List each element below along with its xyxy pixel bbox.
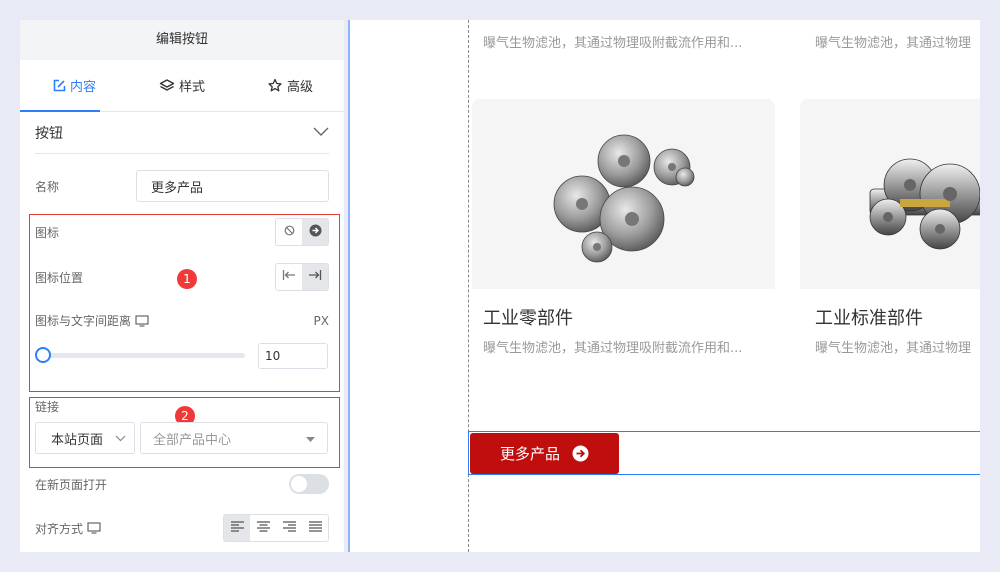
ban-icon [284,225,295,240]
align-selector [223,514,329,542]
align-justify-option[interactable] [302,515,328,541]
tab-style[interactable]: 样式 [128,60,236,111]
edit-icon [52,79,66,93]
link-type-select[interactable]: 本站页面 [35,422,135,454]
slider-knob[interactable] [35,347,51,363]
panel-tabs: 内容 样式 高级 [20,60,344,112]
text-align-left-icon [230,520,244,536]
top-desc-left: 曝气生物滤池，其通过物理吸附截流作用和... [483,36,743,51]
icon-position-label: 图标位置 [35,270,84,285]
monitor-icon [135,314,149,327]
name-input[interactable]: 更多产品 [136,170,329,202]
tab-advanced-label: 高级 [286,80,313,95]
more-products-label: 更多产品 [499,445,560,463]
icon-spacing-label-wrap: 图标与文字间距离 [35,312,149,329]
arrow-circle-icon [309,224,322,241]
align-center-option[interactable] [250,515,276,541]
name-label: 名称 [35,179,60,194]
link-type-value: 本站页面 [51,432,104,448]
new-page-label: 在新页面打开 [35,477,108,492]
icon-arrow-option[interactable] [302,219,328,245]
chevron-down-icon [115,431,126,446]
spacing-slider[interactable] [35,347,265,363]
layers-icon [159,78,175,94]
product-image-gears[interactable] [472,99,775,289]
section-button-header[interactable]: 按钮 [35,112,329,154]
top-desc-right: 曝气生物滤池，其通过物理 [815,36,972,51]
slider-track [43,353,245,358]
new-page-toggle[interactable] [289,474,329,494]
text-align-center-icon [256,520,270,536]
text-align-justify-icon [308,520,322,536]
icon-selector [275,218,329,246]
spacing-input[interactable]: 10 [258,343,328,369]
align-right-arrow-icon [308,269,322,285]
edit-button-panel: 编辑按钮 内容 样式 高级 按钮 名称 更多产品 1 图标 图标位置 图标与文字… [20,20,344,552]
tab-content-label: 内容 [69,80,96,95]
icon-position-right[interactable] [302,264,328,290]
section-title: 按钮 [35,125,63,142]
card-1-desc: 曝气生物滤池，其通过物理吸附截流作用和... [483,341,743,356]
icon-spacing-label: 图标与文字间距离 [35,314,132,328]
align-left-arrow-icon [282,269,296,285]
tab-content[interactable]: 内容 [20,60,128,112]
link-target-select[interactable]: 全部产品中心 [140,422,328,454]
align-label: 对齐方式 [35,521,84,536]
product-image-assembly[interactable] [800,99,980,289]
star-gear-icon [267,78,283,94]
preview-canvas: 曝气生物滤池，其通过物理吸附截流作用和... 曝气生物滤池，其通过物理 工业零部… [350,20,980,552]
link-target-value: 全部产品中心 [153,432,232,448]
align-label-wrap: 对齐方式 [35,520,101,537]
card-2-desc: 曝气生物滤池，其通过物理 [815,341,972,356]
unit-label: PX [313,313,329,328]
tab-style-label: 样式 [178,80,205,95]
icon-position-left[interactable] [276,264,302,290]
icon-label: 图标 [35,225,60,240]
panel-title: 编辑按钮 [20,20,344,60]
icon-none-option[interactable] [276,219,302,245]
monitor-icon [87,522,101,534]
text-align-right-icon [282,520,296,536]
card-2-title[interactable]: 工业标准部件 [815,304,923,330]
arrow-circle-icon [572,445,589,462]
caret-down-icon [306,431,315,446]
link-label: 链接 [35,400,60,414]
tab-advanced[interactable]: 高级 [236,60,344,111]
icon-position-selector [275,263,329,291]
chevron-down-icon [313,125,329,141]
align-left-option[interactable] [224,515,250,541]
card-1-title[interactable]: 工业零部件 [483,304,573,330]
align-right-option[interactable] [276,515,302,541]
more-products-button[interactable]: 更多产品 [470,433,619,474]
